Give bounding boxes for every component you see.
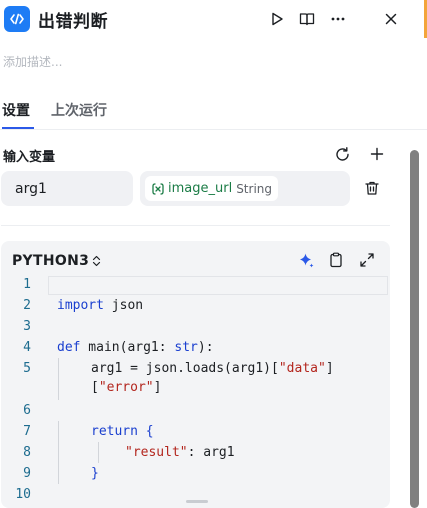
variable-value-field[interactable]: image_url String — [140, 171, 350, 206]
add-icon[interactable] — [366, 143, 388, 165]
indent-guide — [58, 421, 59, 484]
header: 出错判断 — [0, 0, 427, 38]
tab-last-run[interactable]: 上次运行 — [51, 100, 107, 120]
language-label: PYTHON3 — [12, 253, 90, 269]
code-panel: PYTHON3 1 2 3 4 5 6 7 8 9 10 import json… — [1, 241, 390, 508]
more-icon[interactable] — [327, 8, 349, 30]
tab-bar: 设置 上次运行 — [0, 92, 427, 130]
code-line: def main(arg1: str): — [57, 340, 214, 355]
line-number: 5 — [23, 361, 31, 376]
code-line: import json — [57, 298, 144, 313]
refresh-icon[interactable] — [331, 143, 353, 165]
variable-icon — [151, 182, 165, 196]
sort-caret-icon — [92, 255, 101, 267]
line-number: 3 — [23, 319, 31, 334]
active-tab-indicator — [2, 127, 34, 129]
line-number: 6 — [23, 403, 31, 418]
line-number: 4 — [23, 340, 31, 355]
line-number: 7 — [23, 424, 31, 439]
clipboard-icon[interactable] — [325, 249, 347, 271]
ai-sparkle-icon[interactable] — [295, 249, 317, 271]
indent-guide — [58, 358, 59, 400]
variable-name-input[interactable]: arg1 — [1, 171, 133, 206]
code-line: } — [91, 466, 99, 481]
page-scrollbar[interactable] — [410, 150, 419, 508]
code-scroll-handle[interactable] — [186, 500, 208, 503]
expand-icon[interactable] — [356, 249, 378, 271]
language-selector[interactable]: PYTHON3 — [12, 253, 101, 269]
variable-reference-name: image_url — [168, 181, 233, 196]
line-number: 2 — [23, 298, 31, 313]
code-editor[interactable]: 1 2 3 4 5 6 7 8 9 10 import json def mai… — [1, 274, 390, 508]
inputs-section-title: 输入变量 — [3, 150, 56, 165]
line-number: 1 — [23, 277, 31, 292]
line-number: 10 — [15, 487, 31, 502]
code-line: "result": arg1 — [125, 445, 235, 460]
page-title: 出错判断 — [38, 12, 108, 32]
description-field[interactable]: 添加描述... — [3, 53, 62, 70]
close-icon[interactable] — [380, 8, 402, 30]
code-icon — [4, 6, 30, 32]
line-number: 8 — [23, 445, 31, 460]
tab-settings[interactable]: 设置 — [2, 100, 30, 120]
line-number: 9 — [23, 466, 31, 481]
code-line: return { — [91, 424, 154, 439]
current-line-highlight — [48, 276, 388, 295]
code-line: arg1 = json.loads(arg1)["data"] — [91, 361, 334, 376]
trash-icon[interactable] — [361, 177, 383, 199]
book-icon[interactable] — [296, 8, 318, 30]
section-divider — [1, 225, 390, 226]
play-icon[interactable] — [266, 8, 288, 30]
variable-reference-type: String — [236, 181, 272, 196]
code-line: ["error"] — [91, 380, 162, 395]
variable-reference-chip[interactable]: image_url String — [145, 176, 278, 201]
indent-guide — [98, 442, 99, 463]
